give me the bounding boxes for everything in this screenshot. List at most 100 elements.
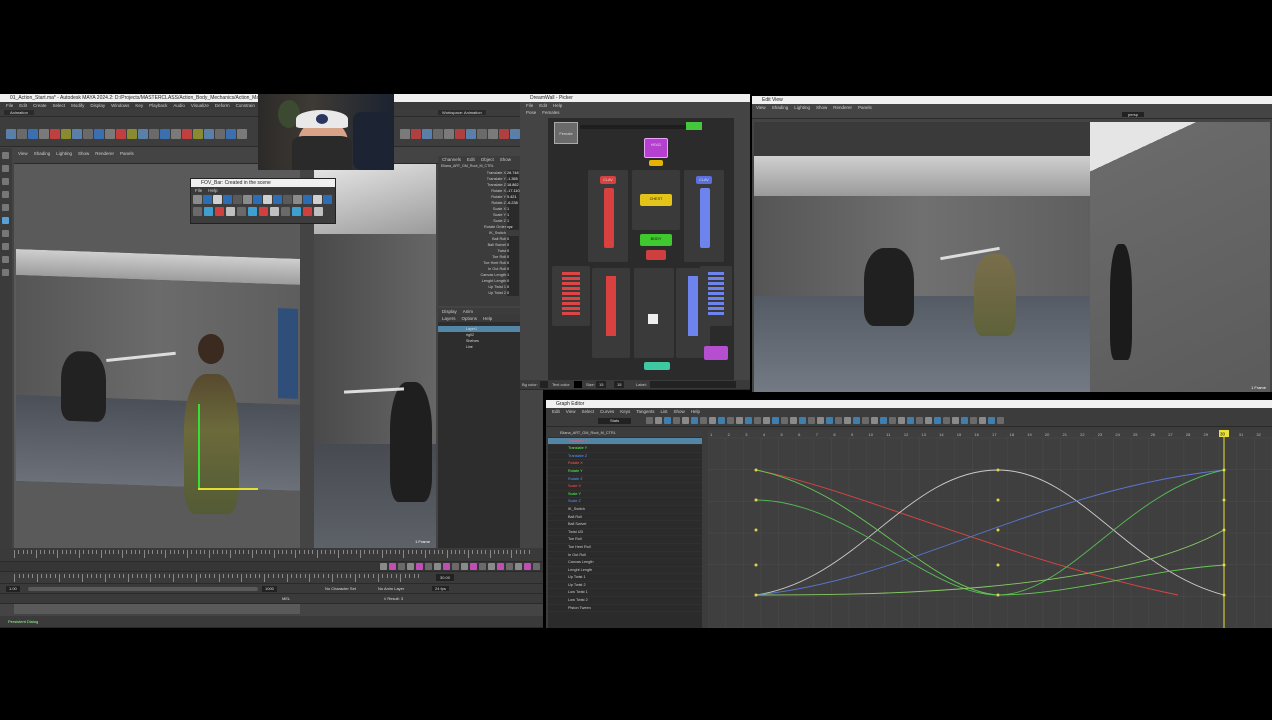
hand-left-panel[interactable] — [700, 266, 732, 326]
shelf-tool-icon[interactable] — [50, 129, 60, 139]
menu-select[interactable]: Select — [53, 103, 66, 108]
graph-tool-icon[interactable] — [655, 417, 662, 424]
tool-icon[interactable] — [204, 207, 213, 216]
toolbox-icon[interactable] — [2, 243, 9, 250]
graph-tool-icon[interactable] — [979, 417, 986, 424]
tool-icon[interactable] — [283, 195, 292, 204]
graph-channel-item[interactable]: Ball Swivel — [548, 521, 702, 529]
channel-row[interactable]: Up Twist 20 — [438, 290, 520, 296]
layer-tab-anim[interactable]: Anim — [463, 309, 473, 314]
hip-ctrl[interactable] — [646, 250, 666, 260]
graph-channel-item[interactable]: Up Twist 1 — [548, 574, 702, 582]
view-menu-panels[interactable]: Panels — [858, 105, 872, 110]
tool-menu-help[interactable]: Help — [208, 188, 217, 193]
viewport-menu-shading[interactable]: Shading — [34, 151, 51, 156]
channel-value[interactable]: 0 — [507, 290, 519, 296]
label-field[interactable] — [650, 381, 736, 388]
playback-icon[interactable] — [398, 563, 405, 570]
graph-tool-icon[interactable] — [826, 417, 833, 424]
shelf-tool-icon[interactable] — [138, 129, 148, 139]
tool-icon[interactable] — [193, 195, 202, 204]
graph-channel-item[interactable]: Rotate Z — [548, 476, 702, 484]
tool-icon[interactable] — [303, 195, 312, 204]
shelf-tool-icon[interactable] — [6, 129, 16, 139]
graph-tool-icon[interactable] — [691, 417, 698, 424]
tool-icon[interactable] — [323, 195, 332, 204]
graph-channel-item[interactable]: In Out Roll — [548, 552, 702, 560]
layer-menu-help[interactable]: Help — [483, 316, 492, 321]
menu-edit[interactable]: Edit — [19, 103, 27, 108]
head-ctrl[interactable]: HEAD — [644, 138, 668, 158]
graph-tool-icon[interactable] — [853, 417, 860, 424]
shelf-tool-icon[interactable] — [83, 129, 93, 139]
playback-icon[interactable] — [461, 563, 468, 570]
graph-menu-keys[interactable]: Keys — [620, 409, 630, 414]
keyframe[interactable] — [754, 563, 758, 567]
toolbox-icon[interactable] — [2, 256, 9, 263]
graph-tool-icon[interactable] — [772, 417, 779, 424]
keyframe[interactable] — [996, 498, 1000, 502]
viewport-menu-panels[interactable]: Panels — [120, 151, 134, 156]
character-button[interactable]: Female — [554, 122, 578, 144]
graph-tool-icon[interactable] — [898, 417, 905, 424]
graph-tool-icon[interactable] — [997, 417, 1004, 424]
graph-menu-help[interactable]: Help — [691, 409, 700, 414]
graph-tool-icon[interactable] — [727, 417, 734, 424]
graph-tool-icon[interactable] — [799, 417, 806, 424]
graph-tool-icon[interactable] — [817, 417, 824, 424]
playback-icon[interactable] — [479, 563, 486, 570]
graph-tool-icon[interactable] — [943, 417, 950, 424]
menu-deform[interactable]: Deform — [215, 103, 230, 108]
viewport-menu-view[interactable]: View — [18, 151, 28, 156]
body-ctrl[interactable]: BODY — [640, 234, 672, 246]
graph-tool-icon[interactable] — [934, 417, 941, 424]
graph-menu-select[interactable]: Select — [581, 409, 594, 414]
keyframe[interactable] — [996, 528, 1000, 532]
menu-constrain[interactable]: Constrain — [236, 103, 255, 108]
graph-tool-icon[interactable] — [790, 417, 797, 424]
tool-icon[interactable] — [226, 207, 235, 216]
leg-right-panel[interactable] — [592, 268, 630, 358]
graph-tool-icon[interactable] — [763, 417, 770, 424]
workspace-selector[interactable]: Workspace: Animation — [438, 110, 486, 115]
graph-tool-icon[interactable] — [754, 417, 761, 424]
picker-green-button[interactable] — [686, 122, 702, 130]
graph-tool-icon[interactable] — [925, 417, 932, 424]
toolbox-icon[interactable] — [2, 230, 9, 237]
shelf-tool-icon[interactable] — [72, 129, 82, 139]
keyframe[interactable] — [996, 563, 1000, 567]
keyframe[interactable] — [996, 593, 1000, 597]
playback-icon[interactable] — [488, 563, 495, 570]
shelf-tool-icon[interactable] — [182, 129, 192, 139]
tool-icon[interactable] — [215, 207, 224, 216]
tool-icon[interactable] — [248, 207, 257, 216]
shelf-tool-icon[interactable] — [105, 129, 115, 139]
graph-menu-show[interactable]: Show — [674, 409, 685, 414]
graph-channel-item[interactable]: Scale X — [548, 483, 702, 491]
tool-icon[interactable] — [213, 195, 222, 204]
hand-right-panel[interactable] — [552, 266, 590, 326]
size-a-field[interactable]: 15 — [596, 381, 607, 388]
picker-menu-file[interactable]: File — [526, 103, 533, 108]
end-time-field[interactable]: 1000 — [262, 586, 277, 592]
view-menu-show[interactable]: Show — [816, 105, 827, 110]
layer-tab-display[interactable]: Display — [442, 309, 457, 314]
graph-curve-area[interactable]: 1 2 3 4 5 6 7 8 9 10 11 12 13 14 15 16 17 18 19 20 21 22 23 24 2… — [708, 430, 1272, 628]
graph-tool-icon[interactable] — [871, 417, 878, 424]
animation-curve[interactable] — [755, 469, 1179, 596]
playback-icon[interactable] — [380, 563, 387, 570]
view-menu-view[interactable]: View — [756, 105, 766, 110]
mel-label[interactable]: MEL — [282, 596, 290, 601]
arm-left-ctrl[interactable] — [700, 188, 710, 248]
playback-icon[interactable] — [452, 563, 459, 570]
camera-menu[interactable]: persp — [1122, 112, 1145, 117]
playback-icon[interactable] — [515, 563, 522, 570]
layer-menu-layers[interactable]: Layers — [442, 316, 456, 321]
playback-icon[interactable] — [506, 563, 513, 570]
clavicle-right-ctrl[interactable]: CLAV — [600, 176, 616, 184]
graph-tool-icon[interactable] — [961, 417, 968, 424]
time-slider[interactable] — [0, 548, 543, 562]
toolbox-icon[interactable] — [2, 191, 9, 198]
tool-icon[interactable] — [233, 195, 242, 204]
shelf-tool-icon[interactable] — [400, 129, 410, 139]
